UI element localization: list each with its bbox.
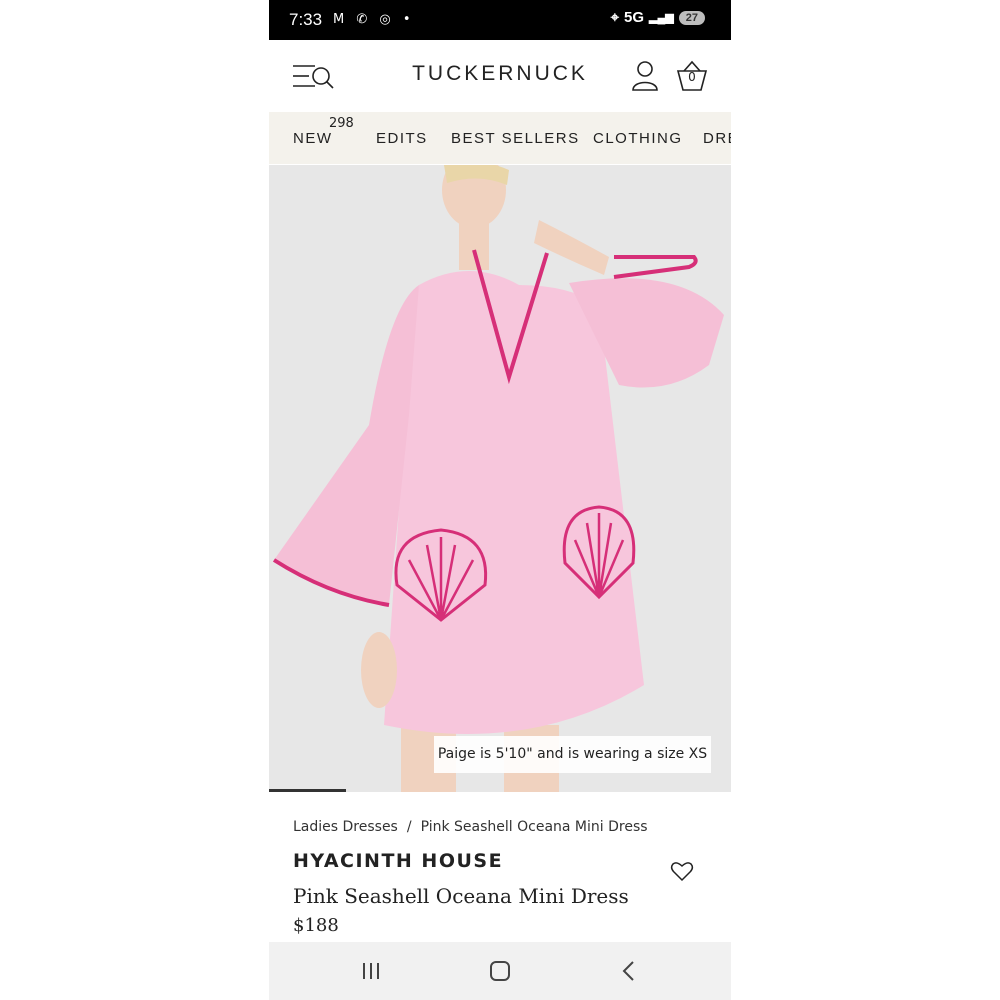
carousel-progress-indicator — [269, 789, 346, 792]
nav-item-edits[interactable]: EDITS — [376, 130, 428, 147]
phone-screen: 7:33 M ✆ ◎ • ⌖ 5G ▂▄▆ 27 TUCKERNUCK 0 NE… — [269, 0, 731, 1000]
product-brand[interactable]: HYACINTH HOUSE — [293, 850, 503, 872]
product-title: Pink Seashell Oceana Mini Dress — [293, 884, 629, 908]
site-logo[interactable]: TUCKERNUCK — [269, 62, 731, 86]
home-icon[interactable] — [488, 960, 512, 982]
notification-icons: M ✆ ◎ • — [333, 12, 415, 27]
heart-icon[interactable] — [670, 859, 694, 883]
location-icon: ⌖ — [610, 9, 620, 26]
system-navigation-bar — [269, 942, 731, 1000]
recents-icon[interactable] — [359, 960, 383, 982]
breadcrumb-current-product[interactable]: Pink Seashell Oceana Mini Dress — [421, 819, 648, 835]
nav-item-clothing[interactable]: CLOTHING — [593, 130, 683, 147]
breadcrumb-separator: / — [406, 819, 412, 835]
nav-item-dresses[interactable]: DRE — [703, 130, 731, 147]
product-price: $188 — [293, 915, 339, 936]
status-time: 7:33 — [289, 10, 323, 29]
basket-count: 0 — [688, 70, 696, 84]
basket-button[interactable]: 0 — [675, 59, 709, 93]
nav-item-new[interactable]: NEW — [293, 130, 333, 147]
site-header: TUCKERNUCK 0 — [269, 40, 731, 112]
breadcrumb-link-ladies-dresses[interactable]: Ladies Dresses — [293, 819, 398, 835]
category-nav: NEW 298 EDITS BEST SELLERS CLOTHING DRE — [269, 112, 731, 164]
product-photo — [269, 165, 731, 792]
status-right: ⌖ 5G ▂▄▆ 27 — [611, 9, 705, 26]
back-icon[interactable] — [617, 960, 641, 982]
product-image-carousel[interactable]: Paige is 5'10" and is wearing a size XS — [269, 165, 731, 792]
network-label: 5G — [624, 9, 645, 26]
model-size-caption: Paige is 5'10" and is wearing a size XS — [434, 736, 711, 773]
nav-new-count-badge: 298 — [329, 116, 354, 131]
account-icon[interactable] — [631, 60, 659, 92]
status-bar: 7:33 M ✆ ◎ • ⌖ 5G ▂▄▆ 27 — [269, 0, 731, 40]
nav-item-best-sellers[interactable]: BEST SELLERS — [451, 130, 580, 147]
battery-indicator: 27 — [678, 10, 705, 25]
breadcrumb: Ladies Dresses / Pink Seashell Oceana Mini… — [293, 819, 648, 835]
signal-icon: ▂▄▆ — [649, 12, 674, 24]
